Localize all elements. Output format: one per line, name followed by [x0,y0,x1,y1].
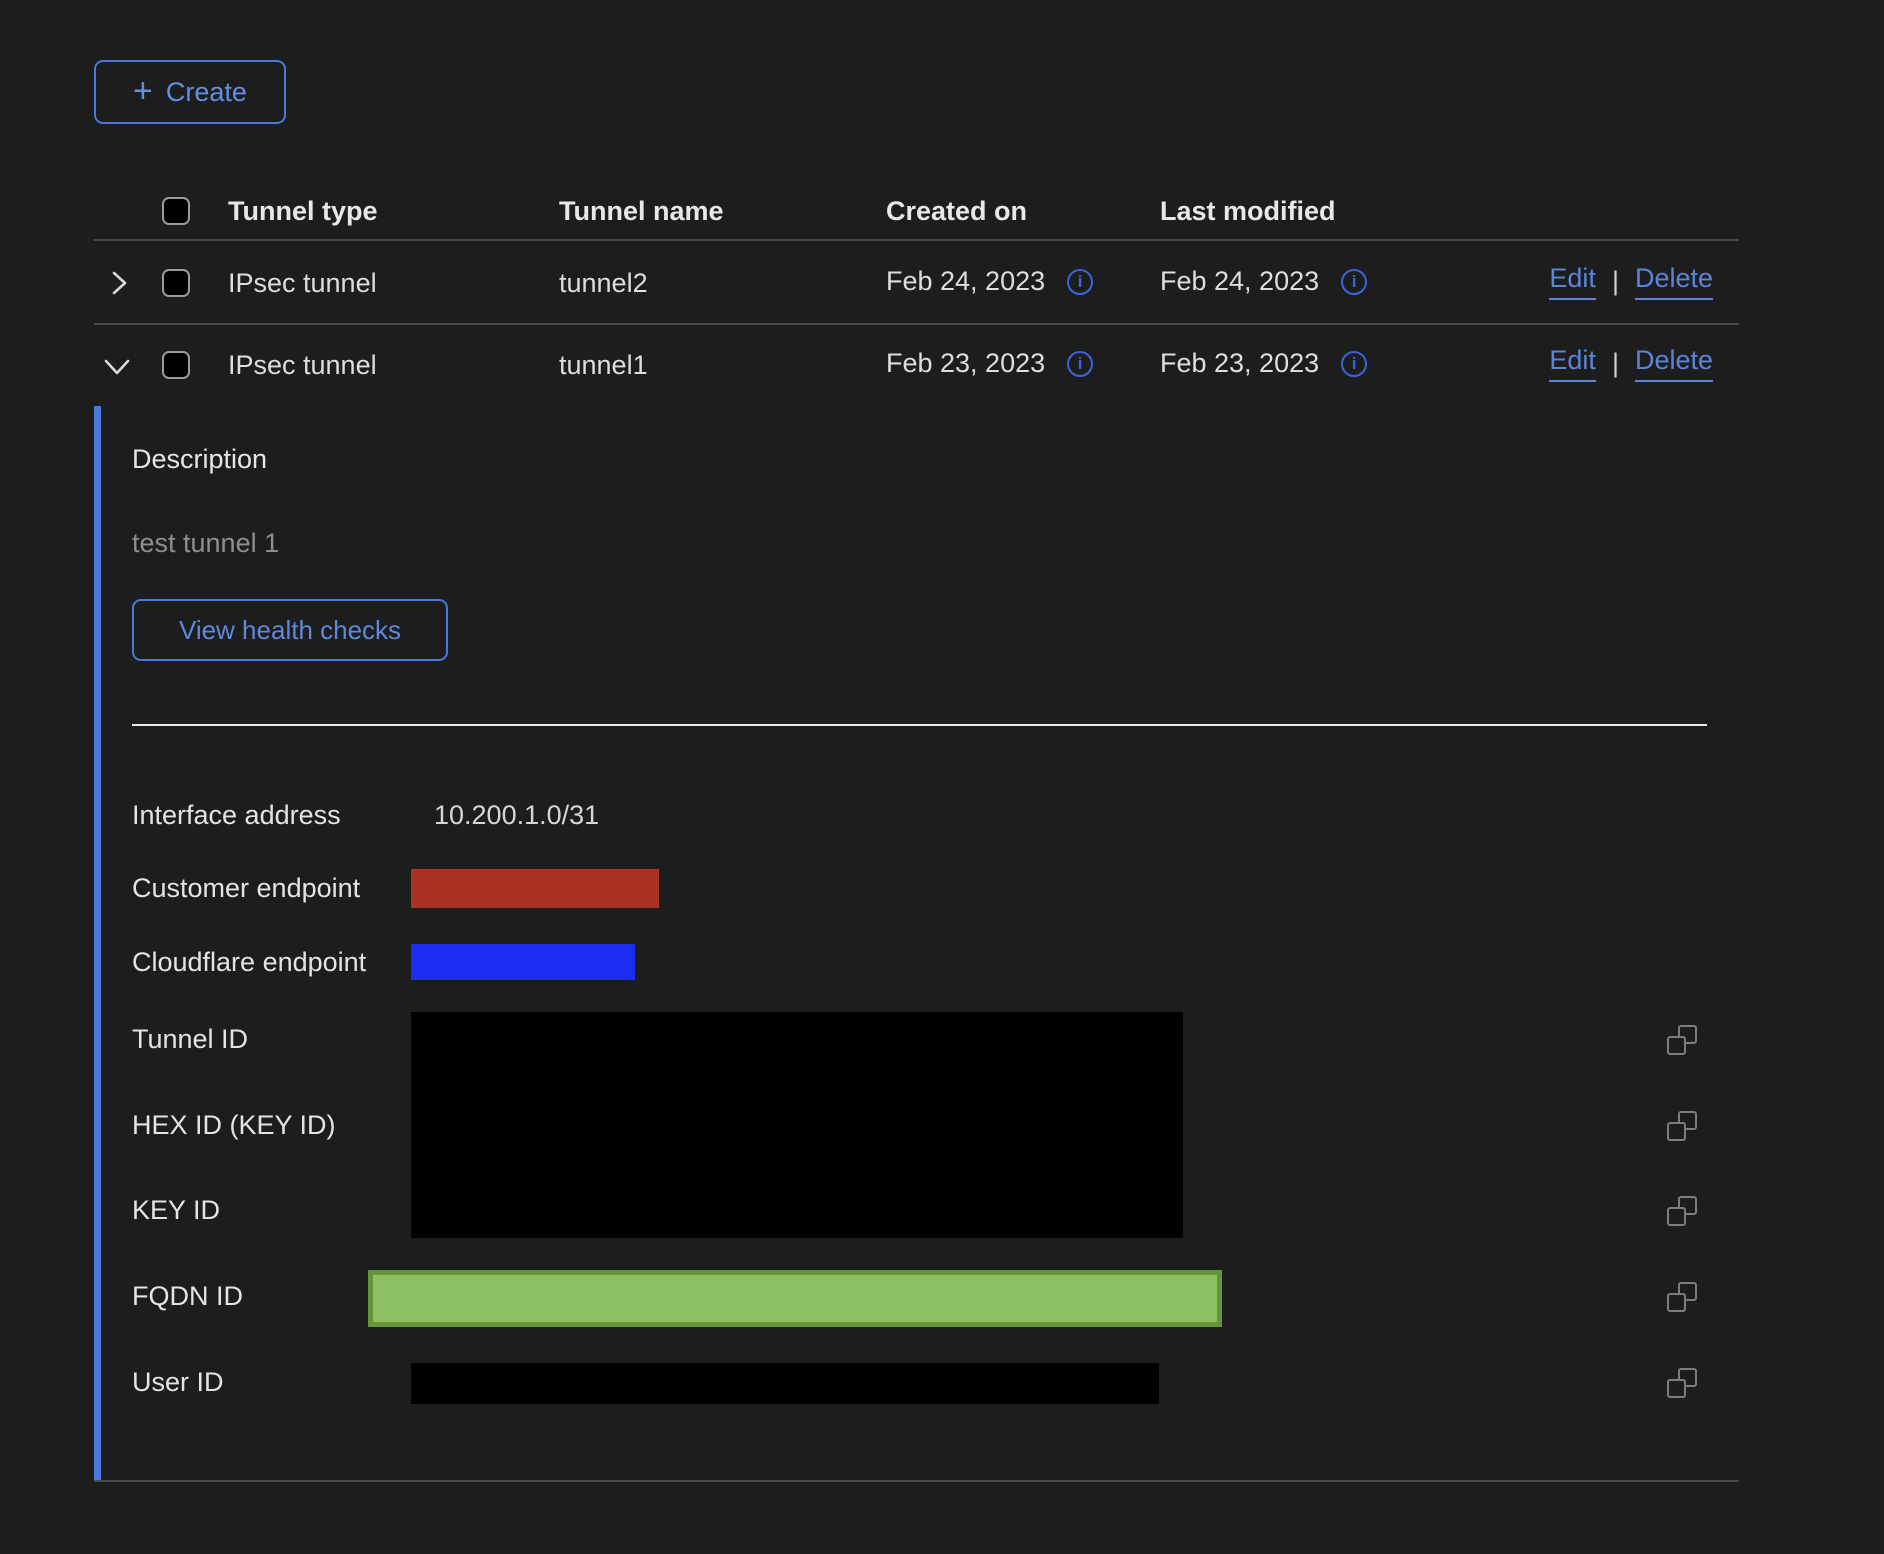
cloudflare-endpoint-redacted-value [411,944,635,980]
copy-icon[interactable] [1667,1196,1697,1226]
column-header-created-on: Created on [886,196,1027,227]
panel-divider [132,724,1707,726]
key-id-label: KEY ID [132,1195,220,1226]
select-all-checkbox[interactable] [162,197,190,225]
tunnel-id-label: Tunnel ID [132,1024,248,1055]
tunnel-type-cell: IPsec tunnel [228,350,377,381]
tunnels-page: + Create Tunnel type Tunnel name Created… [0,0,1884,1554]
fqdn-id-redacted-value [368,1270,1222,1327]
user-id-label: User ID [132,1367,224,1398]
edit-link[interactable]: Edit [1549,263,1596,300]
user-id-redacted-value [411,1363,1159,1404]
column-header-tunnel-name: Tunnel name [559,196,724,227]
delete-link[interactable]: Delete [1635,345,1713,382]
expanded-row-accent-bar [94,406,101,1481]
action-separator: | [1612,348,1619,379]
tunnel-name-cell: tunnel2 [559,268,648,299]
cloudflare-endpoint-label: Cloudflare endpoint [132,947,366,978]
description-label: Description [132,444,267,475]
row-checkbox[interactable] [162,351,190,379]
copy-icon[interactable] [1667,1111,1697,1141]
last-modified-cell: Feb 24, 2023 [1160,266,1319,297]
delete-link[interactable]: Delete [1635,263,1713,300]
customer-endpoint-label: Customer endpoint [132,873,360,904]
create-button-label: Create [166,77,247,108]
info-icon[interactable] [1341,269,1367,295]
row-divider [94,323,1739,325]
column-header-last-modified: Last modified [1160,196,1336,227]
last-modified-cell: Feb 23, 2023 [1160,348,1319,379]
expanded-row-bottom-divider [94,1480,1739,1482]
interface-address-label: Interface address [132,800,341,831]
description-value: test tunnel 1 [132,528,279,559]
copy-icon[interactable] [1667,1368,1697,1398]
edit-link[interactable]: Edit [1549,345,1596,382]
copy-icon[interactable] [1667,1025,1697,1055]
create-button[interactable]: + Create [94,60,286,124]
tunnel-name-cell: tunnel1 [559,350,648,381]
action-separator: | [1612,266,1619,297]
view-health-checks-button[interactable]: View health checks [132,599,448,661]
chevron-down-icon[interactable] [100,354,134,380]
tunnel-type-cell: IPsec tunnel [228,268,377,299]
chevron-right-icon[interactable] [104,268,134,298]
copy-icon[interactable] [1667,1282,1697,1312]
info-icon[interactable] [1067,351,1093,377]
column-header-tunnel-type: Tunnel type [228,196,378,227]
header-divider [94,239,1739,241]
plus-icon: + [133,74,153,108]
customer-endpoint-redacted-value [411,869,659,908]
interface-address-value: 10.200.1.0/31 [434,800,599,831]
info-icon[interactable] [1341,351,1367,377]
row-checkbox[interactable] [162,269,190,297]
tunnel-ids-redacted-values [411,1012,1183,1238]
hex-id-label: HEX ID (KEY ID) [132,1110,336,1141]
fqdn-id-label: FQDN ID [132,1281,243,1312]
info-icon[interactable] [1067,269,1093,295]
created-on-cell: Feb 23, 2023 [886,348,1045,379]
created-on-cell: Feb 24, 2023 [886,266,1045,297]
